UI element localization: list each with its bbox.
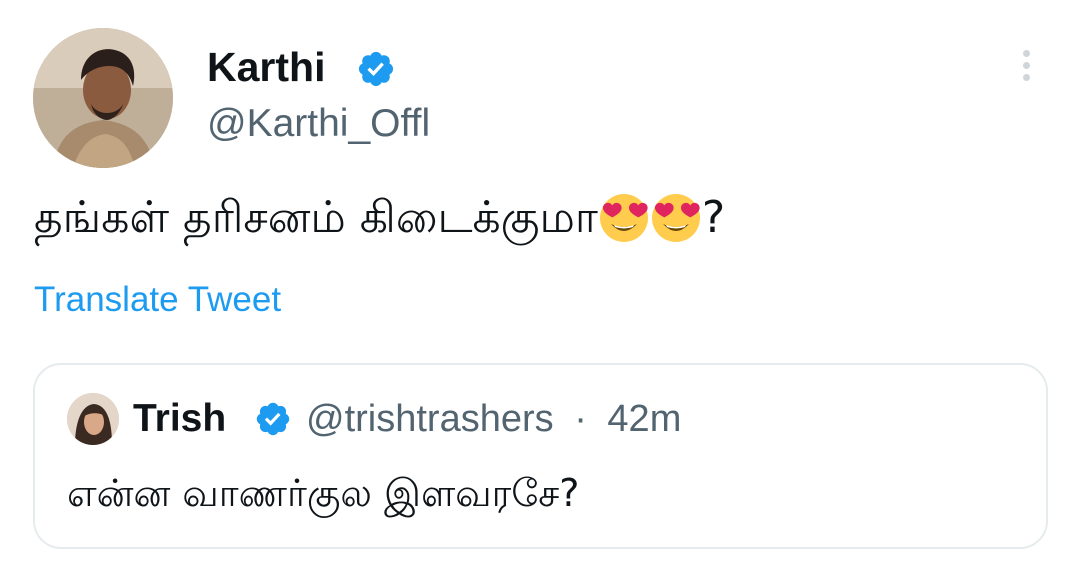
tweet-text-end: ? (701, 192, 726, 243)
quoted-author-handle[interactable]: @trishtrashers (306, 398, 554, 440)
verified-badge-icon (256, 402, 290, 436)
more-options-icon[interactable] (1011, 50, 1041, 90)
meta-separator: · (574, 398, 587, 440)
tweet-card: Karthi @Karthi_Offl தங்கள் தரிசனம் கிடைக… (0, 0, 1070, 574)
translate-tweet-link[interactable]: Translate Tweet (34, 278, 281, 322)
avatar-photo (33, 28, 173, 168)
verified-badge-icon (358, 51, 394, 87)
tweet-text: தங்கள் தரிசனம் கிடைக்குமா ? (34, 186, 1044, 250)
heart-eyes-emoji-icon (598, 192, 650, 244)
author-display-name[interactable]: Karthi (207, 42, 325, 92)
heart-eyes-emoji-icon (650, 192, 702, 244)
quoted-author-name[interactable]: Trish (133, 395, 226, 443)
quoted-meta: @trishtrashers · 42m (306, 395, 681, 443)
quoted-avatar-photo (67, 393, 119, 445)
tweet-text-main: தங்கள் தரிசனம் கிடைக்குமா (34, 192, 598, 243)
author-avatar[interactable] (33, 28, 173, 168)
quoted-tweet[interactable]: Trish @trishtrashers · 42m என்ன வாணர்குல… (33, 363, 1048, 549)
quoted-tweet-text: என்ன வாணர்குல இளவரசே? (67, 471, 580, 515)
quoted-timestamp[interactable]: 42m (607, 398, 681, 440)
quoted-author-avatar[interactable] (67, 393, 119, 445)
author-handle[interactable]: @Karthi_Offl (207, 100, 430, 148)
